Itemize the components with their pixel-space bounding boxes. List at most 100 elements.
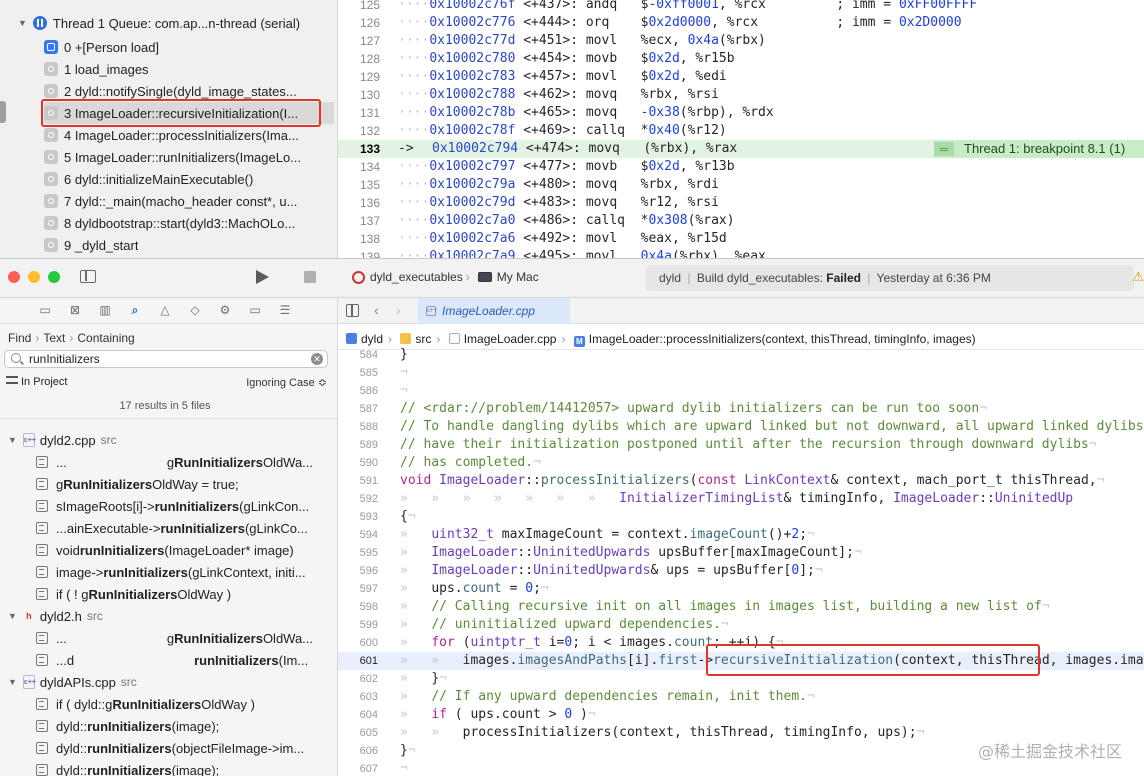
file-name: dyld2.h <box>39 608 82 624</box>
stack-frame[interactable]: 9 _dyld_start <box>44 234 334 256</box>
result-row[interactable]: if ( dyld::g RunInitializers OldWay ) <box>36 693 336 715</box>
forward-arrow-icon[interactable]: › <box>396 302 401 318</box>
test-icon[interactable]: ◇ <box>188 304 202 317</box>
jump-symbol[interactable]: ImageLoader::processInitializers(context… <box>589 332 976 346</box>
result-file-group[interactable]: ▼ c++ dyld2.cpp src <box>8 429 117 451</box>
result-line-icon <box>36 720 48 732</box>
tab-label: ImageLoader.cpp <box>442 304 535 318</box>
code-line: 593 {¬ <box>359 509 416 524</box>
search-scope[interactable]: In Project <box>6 376 67 388</box>
related-items-icon[interactable] <box>346 304 359 317</box>
asm-line: 125 ····0x10002c76f <+437>: andq $-0xff00… <box>359 0 978 12</box>
case-mode-selector[interactable]: Ignoring Case ≎ <box>246 376 327 389</box>
thread-row[interactable]: ▼ Thread 1 Queue: com.ap...n-thread (ser… <box>18 12 300 34</box>
sidebar-toggle-icon[interactable] <box>80 270 96 283</box>
result-row[interactable]: ...ainExecutable-> runInitializers (gLinkC… <box>36 517 336 539</box>
issue-icon[interactable]: △ <box>158 304 172 317</box>
result-row[interactable]: ... g RunInitializers OldWa... <box>36 627 336 649</box>
result-file-group[interactable]: ▼ c++ dyldAPIs.cpp src <box>8 671 137 693</box>
asm-line: 130 ····0x10002c788 <+462>: movq %rbx, %r… <box>359 87 719 102</box>
disclosure-triangle-icon[interactable]: ▼ <box>8 435 17 445</box>
run-button[interactable] <box>256 270 269 284</box>
debug-navigator: ▼ Thread 1 Queue: com.ap...n-thread (ser… <box>0 0 338 258</box>
stack-frame[interactable]: 0 +[Person load] <box>44 36 334 58</box>
activity-project: dyld <box>659 271 682 285</box>
user-frame-icon <box>44 40 58 54</box>
folder-name: src <box>100 433 117 447</box>
result-row[interactable]: void runInitializers (ImageLoader* image) <box>36 539 336 561</box>
stack-frame[interactable]: 7 dyld::_main(macho_header const*, u... <box>44 190 334 212</box>
search-query: runInitializers <box>29 352 100 366</box>
cpp-file-icon: c++ <box>22 433 36 447</box>
find-match[interactable]: Containing <box>77 331 134 345</box>
result-row[interactable]: sImageRoots[i]-> runInitializers (gLinkCon… <box>36 495 336 517</box>
selected-frame-marker <box>0 101 6 123</box>
source-editor[interactable]: ‹ › c++ ImageLoader.cpp dyld › src › ImageL… <box>338 298 1144 776</box>
stop-button[interactable] <box>304 271 316 283</box>
jump-folder[interactable]: src <box>415 332 431 346</box>
breakpoint-icon[interactable]: ▭ <box>248 304 262 317</box>
result-row[interactable]: if ( ! g RunInitializers OldWay ) <box>36 583 336 605</box>
folder-icon <box>400 333 412 344</box>
activity-viewer[interactable]: dyld | Build dyld_executables: Failed | … <box>646 265 1134 291</box>
code-line: 589// have their initialization postpone… <box>359 437 1097 452</box>
cpp-file-icon: c++ <box>22 675 36 689</box>
navigator-selector-bar: ▭ ⊠ ▥ ⌕ △ ◇ ⚙ ▭ ☰ <box>0 298 337 324</box>
debug-icon[interactable]: ⚙ <box>218 304 232 317</box>
result-row[interactable]: dyld:: runInitializers (objectFileImage->i… <box>36 737 336 759</box>
stack-frame[interactable]: 8 dyldbootstrap::start(dyld3::MachOLo... <box>44 212 334 234</box>
code-line: 596» ImageLoader::UninitedUpwards& ups =… <box>359 563 823 578</box>
stack-frame-label: 8 dyldbootstrap::start(dyld3::MachOLo... <box>64 215 296 231</box>
system-frame-icon <box>44 238 58 252</box>
result-row[interactable]: g RunInitializers OldWay = true; <box>36 473 336 495</box>
tab-imageloader-cpp[interactable]: c++ ImageLoader.cpp <box>418 298 570 324</box>
result-line-icon <box>36 544 48 556</box>
disclosure-triangle-icon[interactable]: ▼ <box>18 18 27 28</box>
stack-frame[interactable]: 1 load_images <box>44 58 334 80</box>
stack-frame[interactable]: 4 ImageLoader::processInitializers(Ima..… <box>44 124 334 146</box>
asm-line: 138 ····0x10002c7a6 <+492>: movl %eax, %r… <box>359 231 727 246</box>
scheme-selector[interactable]: dyld_executables › My Mac <box>352 270 539 284</box>
back-arrow-icon[interactable]: ‹ <box>374 302 379 318</box>
result-file-group[interactable]: ▼ h dyld2.h src <box>8 605 103 627</box>
folder-icon[interactable]: ▭ <box>38 304 52 317</box>
find-mode-breadcrumb[interactable]: Find › Text › Containing <box>8 331 135 345</box>
result-row[interactable]: dyld:: runInitializers (image); <box>36 759 336 776</box>
stack-frame[interactable]: 6 dyld::initializeMainExecutable() <box>44 168 334 190</box>
jump-project[interactable]: dyld <box>361 332 383 346</box>
asm-line: 139 ····0x10002c7a9 <+495>: movl 0x4a(%rb… <box>359 249 766 258</box>
system-frame-icon <box>44 194 58 208</box>
result-row[interactable]: image-> runInitializers (gLinkContext, ini… <box>36 561 336 583</box>
minimize-window-button[interactable] <box>28 271 40 283</box>
system-frame-icon <box>44 62 58 76</box>
disclosure-triangle-icon[interactable]: ▼ <box>8 611 17 621</box>
find-icon[interactable]: ⌕ <box>128 304 142 317</box>
search-input[interactable]: runInitializers ✕ <box>4 350 328 368</box>
asm-line: 135 ····0x10002c79a <+480>: movq %rbx, %r… <box>359 177 719 192</box>
clear-search-icon[interactable]: ✕ <box>311 353 323 365</box>
symbol-icon[interactable]: ▥ <box>98 304 112 317</box>
zoom-window-button[interactable] <box>48 271 60 283</box>
jump-file[interactable]: ImageLoader.cpp <box>464 332 557 346</box>
scheme-name: dyld_executables <box>370 270 463 284</box>
target-icon <box>352 270 365 284</box>
result-row[interactable]: dyld:: runInitializers (image); <box>36 715 336 737</box>
warning-icon[interactable]: ⚠ <box>1132 269 1144 285</box>
find-type[interactable]: Text <box>43 331 65 345</box>
folder-name: src <box>86 609 103 623</box>
stack-frame-label: 0 +[Person load] <box>64 39 160 55</box>
watermark: @稀土掘金技术社区 <box>977 742 1122 761</box>
disclosure-triangle-icon[interactable]: ▼ <box>8 677 17 687</box>
code-line: 586 ¬ <box>359 383 408 398</box>
disassembly-view[interactable]: 125 ····0x10002c76f <+437>: andq $-0xff00… <box>338 0 1144 258</box>
result-row[interactable]: ... g RunInitializers OldWa... <box>36 451 336 473</box>
result-row[interactable]: ...d runInitializers (Im... <box>36 649 336 671</box>
close-window-button[interactable] <box>8 271 20 283</box>
find-mode[interactable]: Find <box>8 331 31 345</box>
code-line: 595» ImageLoader::UninitedUpwards upsBuf… <box>359 545 862 560</box>
code-line: 588// To handle dangling dylibs which ar… <box>359 419 1144 434</box>
stack-frame-label: 1 load_images <box>64 61 149 77</box>
report-icon[interactable]: ☰ <box>278 304 292 317</box>
source-control-icon[interactable]: ⊠ <box>68 304 82 317</box>
stack-frame[interactable]: 5 ImageLoader::runInitializers(ImageLo..… <box>44 146 334 168</box>
